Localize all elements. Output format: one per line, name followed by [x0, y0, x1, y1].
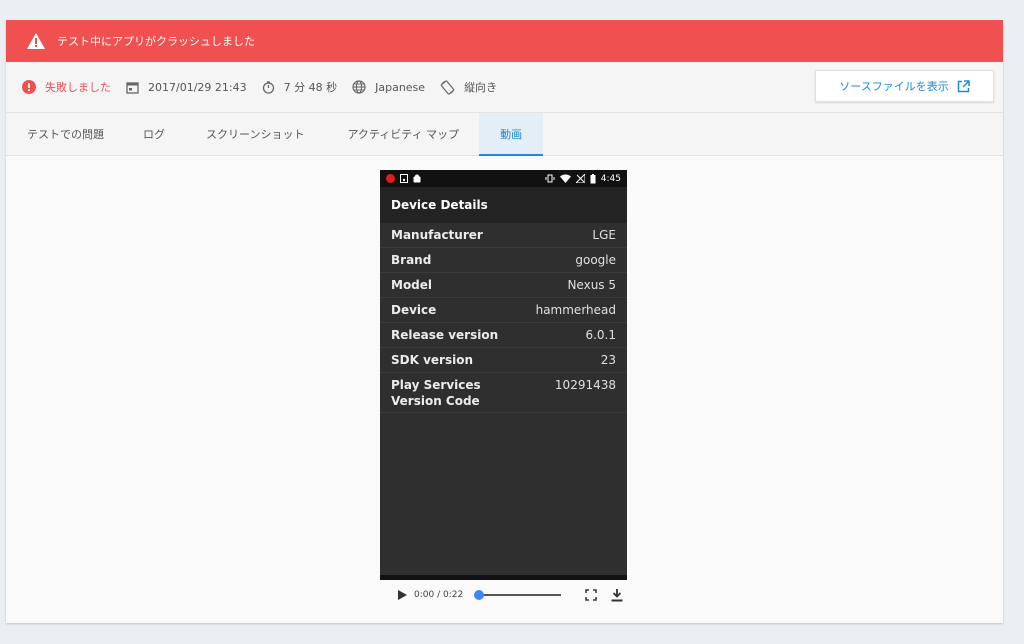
video-player[interactable]: 4:45 Device Details Manufacturer LGE Brand…	[380, 170, 627, 580]
device-detail-row: Manufacturer LGE	[380, 223, 627, 248]
crash-banner: テスト中にアプリがクラッシュしました	[6, 20, 1003, 62]
device-clock: 4:45	[600, 173, 621, 184]
tab-test-issues[interactable]: テストでの問題	[10, 113, 126, 155]
detail-key: Model	[391, 278, 433, 292]
detail-value: google	[575, 253, 616, 267]
tab-label: 動画	[500, 128, 523, 141]
vibrate-icon	[545, 174, 555, 183]
status-indicator: 失敗しました	[22, 79, 111, 95]
tab-activity-map[interactable]: アクティビティ マップ	[330, 113, 479, 155]
tab-label: アクティビティ マップ	[347, 128, 460, 141]
battery-icon	[590, 173, 596, 183]
video-panel: 4:45 Device Details Manufacturer LGE Brand…	[6, 156, 1003, 623]
seek-bar[interactable]	[474, 590, 562, 600]
wifi-icon	[559, 174, 571, 183]
detail-value: 23	[600, 353, 616, 367]
locale-info: Japanese	[352, 80, 425, 94]
date-text: 2017/01/29 21:43	[148, 80, 247, 94]
tab-label: スクリーンショット	[206, 128, 305, 141]
video-frame-bottom	[380, 575, 627, 580]
view-source-label: ソースファイルを表示	[839, 80, 949, 93]
screen-rotation-icon	[440, 79, 455, 95]
device-details-list: Manufacturer LGE Brand google Model Nexus 5 De…	[380, 223, 627, 413]
device-detail-row: Brand google	[380, 248, 627, 273]
result-tabs: テストでの問題 ログ スクリーンショット アクティビティ マップ 動画	[6, 113, 1003, 156]
seek-knob[interactable]	[474, 590, 485, 600]
device-detail-row: Release version 6.0.1	[380, 323, 627, 348]
detail-key: Brand	[391, 253, 432, 267]
detail-key: Device	[391, 303, 437, 317]
record-icon	[386, 174, 395, 183]
test-result-card: テスト中にアプリがクラッシュしました 失敗しました 2017/01/29 21:…	[6, 20, 1003, 623]
play-icon[interactable]	[396, 589, 408, 601]
test-meta-bar: 失敗しました 2017/01/29 21:43 7 分 48 秒 Japanes…	[6, 62, 1003, 113]
notification-icon	[400, 174, 408, 183]
android-icon	[413, 174, 421, 183]
tab-video[interactable]: 動画	[479, 113, 544, 156]
detail-value: hammerhead	[535, 303, 616, 317]
tab-logs[interactable]: ログ	[126, 113, 189, 155]
error-icon	[22, 80, 36, 94]
detail-key: Play Services Version Code	[391, 378, 481, 408]
view-source-button[interactable]: ソースファイルを表示	[815, 70, 994, 102]
warning-icon	[27, 33, 45, 49]
banner-text: テスト中にアプリがクラッシュしました	[57, 35, 255, 48]
device-detail-row: Device hammerhead	[380, 298, 627, 323]
orientation-info: 縦向き	[440, 79, 497, 95]
detail-value: LGE	[592, 228, 616, 242]
download-icon[interactable]	[611, 588, 623, 602]
tab-screenshots[interactable]: スクリーンショット	[189, 113, 330, 155]
detail-key: SDK version	[391, 353, 474, 367]
playback-time: 0:00 / 0:22	[414, 590, 464, 600]
detail-value: Nexus 5	[567, 278, 616, 292]
detail-key: Release version	[391, 328, 499, 342]
device-detail-row: Model Nexus 5	[380, 273, 627, 298]
no-signal-icon	[575, 174, 585, 183]
device-detail-row: Play Services Version Code 10291438	[380, 373, 627, 413]
status-text: 失敗しました	[45, 81, 111, 94]
player-controls: 0:00 / 0:22	[386, 583, 633, 607]
tab-label: テストでの問題	[27, 128, 104, 141]
device-status-bar: 4:45	[380, 170, 627, 187]
orientation-text: 縦向き	[464, 81, 498, 94]
detail-value: 6.0.1	[585, 328, 616, 342]
detail-key: Manufacturer	[391, 228, 483, 242]
locale-text: Japanese	[375, 80, 426, 94]
duration-info: 7 分 48 秒	[262, 79, 338, 95]
device-app-bar: Device Details	[380, 187, 627, 223]
open-in-new-icon	[957, 79, 970, 92]
tab-label: ログ	[143, 128, 165, 141]
date-info: 2017/01/29 21:43	[126, 81, 247, 94]
duration-text: 7 分 48 秒	[283, 81, 338, 94]
device-detail-row: SDK version 23	[380, 348, 627, 373]
globe-icon	[352, 80, 366, 94]
calendar-icon	[126, 81, 139, 94]
timer-icon	[262, 80, 274, 94]
fullscreen-icon[interactable]	[585, 589, 597, 601]
detail-value: 10291438	[554, 378, 616, 392]
